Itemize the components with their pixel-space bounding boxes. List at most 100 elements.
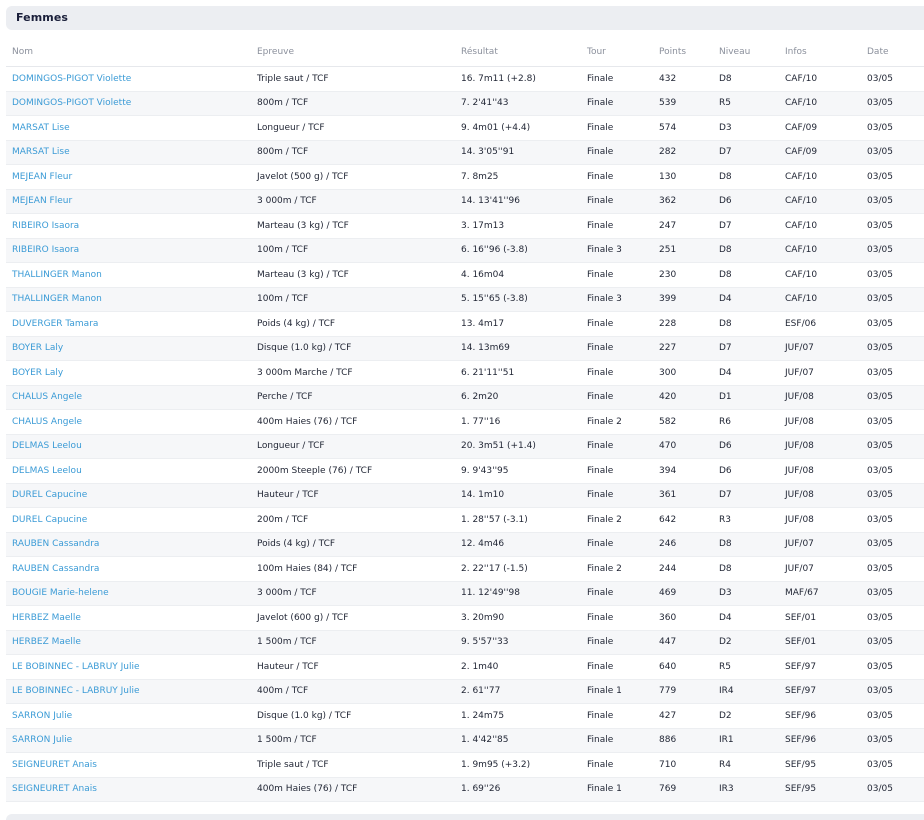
event-cell: 400m / TCF	[251, 679, 455, 704]
table-row: BOYER Laly Disque (1.0 kg) / TCF 14. 13m69…	[6, 336, 924, 361]
athlete-name-link[interactable]: LE BOBINNEC - LABRUY Julie	[6, 679, 251, 704]
result-cell: 1. 24m75	[455, 703, 581, 729]
table-row: DUVERGER Tamara Poids (4 kg) / TCF 13. 4m1…	[6, 311, 924, 337]
round-cell: Finale	[581, 630, 653, 655]
result-cell: 1. 69''26	[455, 777, 581, 802]
result-cell: 16. 7m11 (+2.8)	[455, 66, 581, 92]
event-cell: 2000m Steeple (76) / TCF	[251, 458, 455, 484]
table-row: MEJEAN Fleur 3 000m / TCF 14. 13'41''96 Fin…	[6, 189, 924, 214]
athlete-name-link[interactable]: RAUBEN Cassandra	[6, 532, 251, 557]
result-cell: 1. 77''16	[455, 409, 581, 435]
result-cell: 1. 28''57 (-3.1)	[455, 507, 581, 533]
round-cell: Finale	[581, 115, 653, 141]
athlete-name-link[interactable]: DELMAS Leelou	[6, 434, 251, 459]
athlete-name-link[interactable]: BOYER Laly	[6, 360, 251, 386]
athlete-name-link[interactable]: DELMAS Leelou	[6, 458, 251, 484]
table-row: RIBEIRO Isaora 100m / TCF 6. 16''96 (-3.8)…	[6, 238, 924, 263]
athlete-name-link[interactable]: SEIGNEURET Anais	[6, 752, 251, 778]
level-cell: R3	[713, 507, 779, 533]
level-cell: D8	[713, 238, 779, 263]
athlete-name-link[interactable]: SEIGNEURET Anais	[6, 777, 251, 802]
athlete-name-link[interactable]: MARSAT Lise	[6, 140, 251, 165]
round-cell: Finale	[581, 189, 653, 214]
athlete-name-link[interactable]: MARSAT Lise	[6, 115, 251, 141]
athlete-name-link[interactable]: CHALUS Angele	[6, 385, 251, 410]
level-cell: D8	[713, 66, 779, 92]
round-cell: Finale 1	[581, 777, 653, 802]
athlete-name-link[interactable]: RIBEIRO Isaora	[6, 213, 251, 239]
table-row: DOMINGOS-PIGOT Violette 800m / TCF 7. 2'41…	[6, 91, 924, 116]
result-cell: 14. 3'05''91	[455, 140, 581, 165]
level-cell: D1	[713, 385, 779, 410]
points-cell: 227	[653, 336, 713, 361]
athlete-name-link[interactable]: SARRON Julie	[6, 703, 251, 729]
athlete-name-link[interactable]: MEJEAN Fleur	[6, 164, 251, 190]
athlete-name-link[interactable]: DUVERGER Tamara	[6, 311, 251, 337]
event-cell: 1 500m / TCF	[251, 630, 455, 655]
event-cell: Hauteur / TCF	[251, 483, 455, 508]
athlete-name-link[interactable]: SARRON Julie	[6, 728, 251, 753]
table-row: HERBEZ Maelle Javelot (600 g) / TCF 3. 20m…	[6, 605, 924, 631]
info-cell: SEF/96	[779, 728, 861, 753]
result-cell: 12. 4m46	[455, 532, 581, 557]
athlete-name-link[interactable]: THALLINGER Manon	[6, 262, 251, 288]
result-cell: 9. 5'57''33	[455, 630, 581, 655]
athlete-name-link[interactable]: HERBEZ Maelle	[6, 605, 251, 631]
round-cell: Finale	[581, 434, 653, 459]
athlete-name-link[interactable]: DUREL Capucine	[6, 507, 251, 533]
points-cell: 230	[653, 262, 713, 288]
athlete-name-link[interactable]: BOYER Laly	[6, 336, 251, 361]
date-cell: 03/05	[861, 581, 924, 606]
athlete-name-link[interactable]: RIBEIRO Isaora	[6, 238, 251, 263]
table-row: HERBEZ Maelle 1 500m / TCF 9. 5'57''33 Fina…	[6, 630, 924, 655]
table-row: MARSAT Lise 800m / TCF 14. 3'05''91 Finale 2…	[6, 140, 924, 165]
points-cell: 470	[653, 434, 713, 459]
date-cell: 03/05	[861, 483, 924, 508]
athlete-name-link[interactable]: LE BOBINNEC - LABRUY Julie	[6, 654, 251, 680]
athlete-name-link[interactable]: HERBEZ Maelle	[6, 630, 251, 655]
athlete-name-link[interactable]: BOUGIE Marie-helene	[6, 581, 251, 606]
info-cell: CAF/09	[779, 115, 861, 141]
points-cell: 642	[653, 507, 713, 533]
info-cell: JUF/08	[779, 385, 861, 410]
athlete-name-link[interactable]: CHALUS Angele	[6, 409, 251, 435]
date-cell: 03/05	[861, 189, 924, 214]
info-cell: SEF/95	[779, 777, 861, 802]
points-cell: 427	[653, 703, 713, 729]
result-cell: 3. 20m90	[455, 605, 581, 631]
athlete-name-link[interactable]: MEJEAN Fleur	[6, 189, 251, 214]
round-cell: Finale	[581, 91, 653, 116]
points-cell: 130	[653, 164, 713, 190]
info-cell: SEF/97	[779, 654, 861, 680]
date-cell: 03/05	[861, 458, 924, 484]
round-cell: Finale 3	[581, 238, 653, 263]
event-cell: 800m / TCF	[251, 140, 455, 165]
result-cell: 14. 13m69	[455, 336, 581, 361]
result-cell: 2. 22''17 (-1.5)	[455, 556, 581, 582]
table-row: SARRON Julie 1 500m / TCF 1. 4'42''85 Final…	[6, 728, 924, 753]
athlete-name-link[interactable]: RAUBEN Cassandra	[6, 556, 251, 582]
points-cell: 469	[653, 581, 713, 606]
level-cell: D3	[713, 115, 779, 141]
result-cell: 2. 1m40	[455, 654, 581, 680]
event-cell: Javelot (500 g) / TCF	[251, 164, 455, 190]
table-row: MARSAT Lise Longueur / TCF 9. 4m01 (+4.4) F…	[6, 115, 924, 141]
table-row: BOUGIE Marie-helene 3 000m / TCF 11. 12'49…	[6, 581, 924, 606]
athlete-name-link[interactable]: DUREL Capucine	[6, 483, 251, 508]
round-cell: Finale	[581, 654, 653, 680]
info-cell: JUF/07	[779, 532, 861, 557]
table-row: DOMINGOS-PIGOT Violette Triple saut / TCF…	[6, 66, 924, 92]
points-cell: 394	[653, 458, 713, 484]
event-cell: Triple saut / TCF	[251, 66, 455, 92]
event-cell: 200m / TCF	[251, 507, 455, 533]
info-cell: SEF/01	[779, 605, 861, 631]
event-cell: Disque (1.0 kg) / TCF	[251, 336, 455, 361]
athlete-name-link[interactable]: DOMINGOS-PIGOT Violette	[6, 66, 251, 92]
round-cell: Finale 3	[581, 287, 653, 312]
athlete-name-link[interactable]: DOMINGOS-PIGOT Violette	[6, 91, 251, 116]
athlete-name-link[interactable]: THALLINGER Manon	[6, 287, 251, 312]
result-cell: 6. 16''96 (-3.8)	[455, 238, 581, 263]
column-header-niveau: Niveau	[713, 38, 779, 67]
round-cell: Finale 2	[581, 556, 653, 582]
info-cell: JUF/07	[779, 336, 861, 361]
